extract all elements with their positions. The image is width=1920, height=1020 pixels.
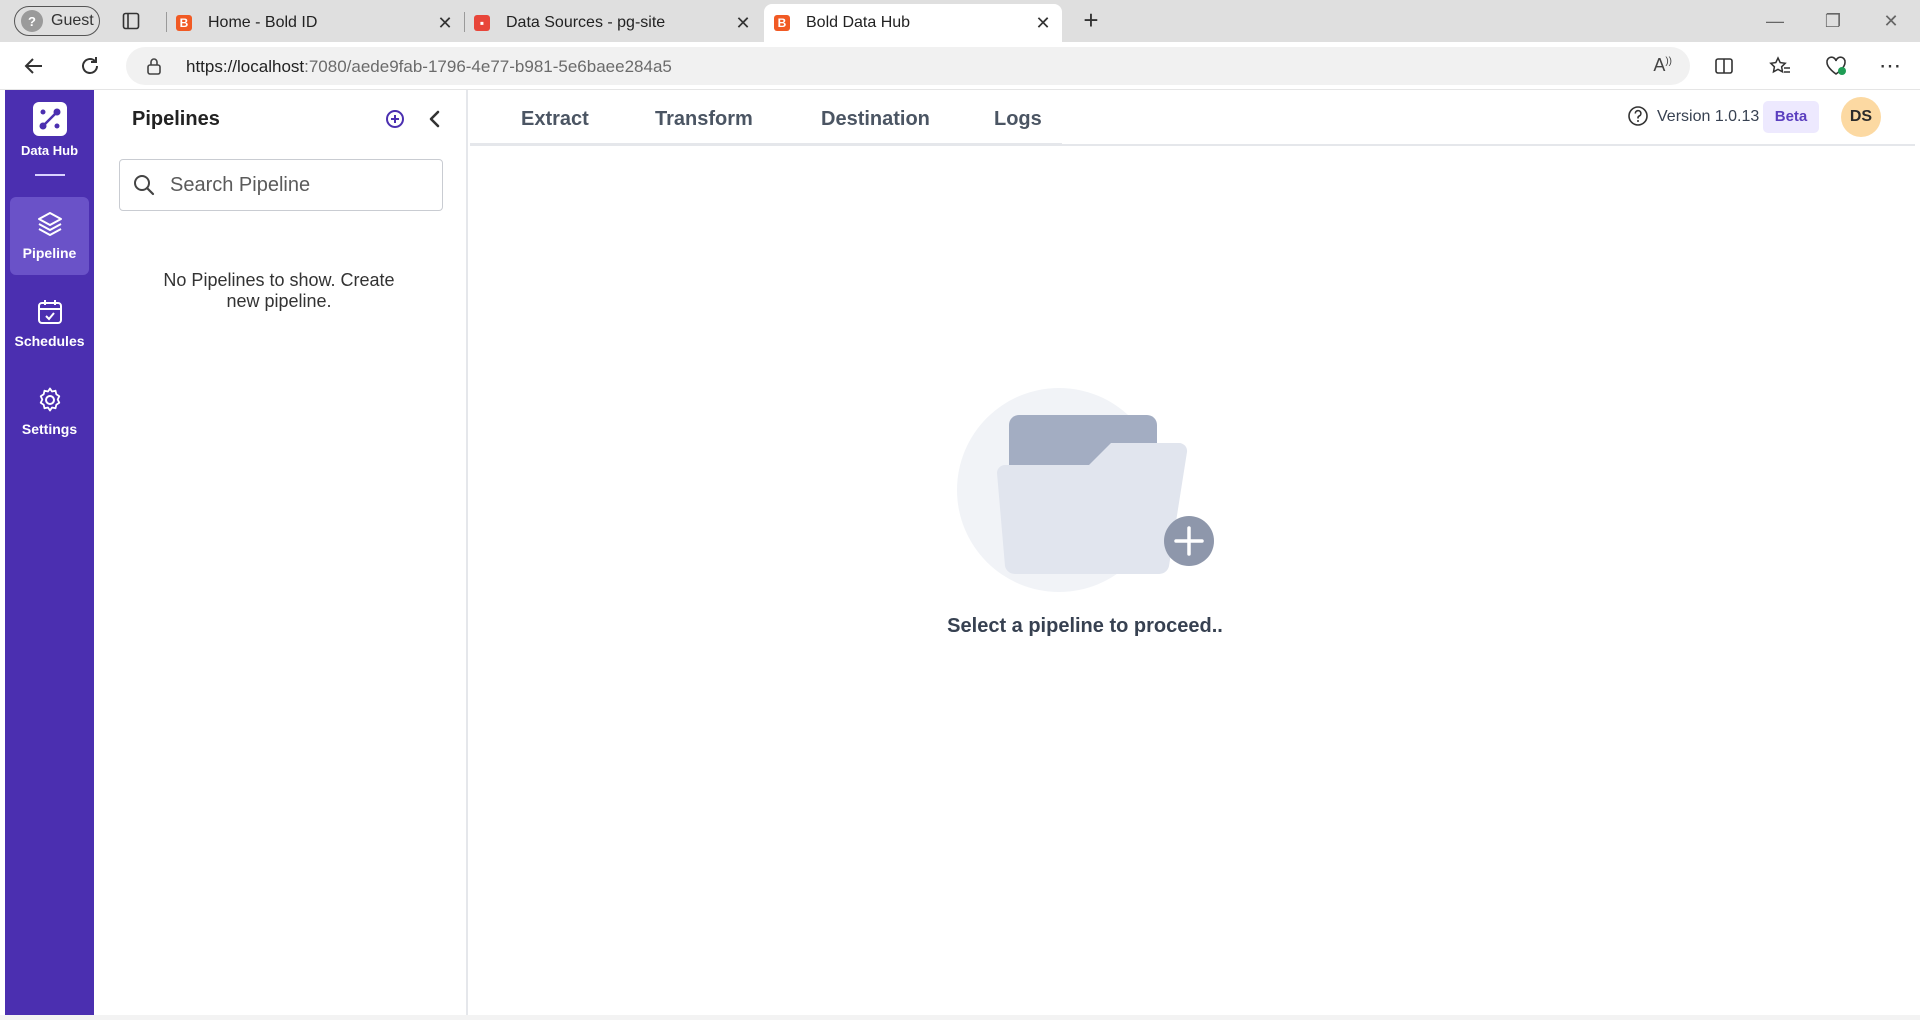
tab-title: Home - Bold ID	[208, 14, 318, 31]
empty-state-message: Select a pipeline to proceed..	[947, 615, 1223, 637]
help-icon[interactable]	[1627, 105, 1649, 132]
bold-favicon-icon: ▪	[474, 15, 490, 31]
tab-title: Data Sources - pg-site	[506, 14, 666, 31]
user-avatar[interactable]: DS	[1841, 97, 1881, 137]
close-icon[interactable]: ✕	[436, 14, 454, 32]
data-hub-logo-icon	[32, 102, 67, 136]
version-label: Version 1.0.13	[1657, 108, 1760, 125]
browser-essentials-icon[interactable]	[1822, 52, 1850, 80]
tab-separator	[464, 12, 465, 32]
close-icon[interactable]: ✕	[734, 14, 752, 32]
nav-item-schedules[interactable]: Schedules	[10, 285, 89, 363]
collapse-panel-button[interactable]	[424, 107, 446, 131]
tab-transform[interactable]: Transform	[655, 108, 753, 131]
tab-extract[interactable]: Extract	[521, 108, 589, 131]
tab-destination[interactable]: Destination	[821, 108, 930, 131]
tab-actions-icon[interactable]	[118, 8, 144, 34]
folder-plus-icon	[957, 388, 1214, 592]
pipeline-tabs: Extract Transform Destination Logs	[470, 90, 1062, 145]
nav-item-settings[interactable]: Settings	[10, 373, 89, 451]
restore-icon[interactable]: ❐	[1818, 8, 1848, 34]
plus-circle-icon	[386, 110, 404, 128]
refresh-icon[interactable]	[76, 52, 104, 80]
main-content: Extract Transform Destination Logs Versi…	[470, 90, 1915, 1015]
lock-icon[interactable]	[146, 57, 162, 80]
profile-icon: ?	[21, 10, 43, 32]
nav-divider	[35, 174, 65, 176]
read-aloud-icon[interactable]: A))	[1653, 55, 1672, 76]
profile-label: Guest	[51, 12, 94, 29]
beta-badge: Beta	[1763, 101, 1819, 133]
nav-item-label: Pipeline	[22, 245, 77, 261]
search-icon	[132, 173, 156, 202]
browser-tabstrip: ? Guest B Home - Bold ID ✕ ▪ Data Source…	[0, 0, 1920, 42]
nav-item-label: Schedules	[14, 333, 85, 349]
tab-separator	[166, 12, 167, 32]
browser-toolbar: https://localhost:7080/aede9fab-1796-4e7…	[0, 42, 1920, 90]
new-tab-icon[interactable]: +	[1078, 7, 1104, 34]
bold-favicon-icon: B	[774, 15, 790, 31]
layers-icon	[10, 207, 89, 241]
split-screen-icon[interactable]	[1710, 52, 1738, 80]
bold-favicon-icon: B	[176, 15, 192, 31]
calendar-check-icon	[10, 295, 89, 329]
back-icon[interactable]	[20, 52, 48, 80]
browser-tab-home[interactable]: B Home - Bold ID ✕	[176, 4, 464, 42]
browser-tab-datasources[interactable]: ▪ Data Sources - pg-site ✕	[474, 4, 762, 42]
data-hub-logo[interactable]: Data Hub	[5, 102, 94, 160]
favorites-icon[interactable]	[1766, 52, 1794, 80]
pipeline-search	[119, 159, 443, 211]
close-window-icon[interactable]: ✕	[1876, 8, 1906, 34]
tab-logs[interactable]: Logs	[994, 108, 1042, 131]
profile-button[interactable]: ? Guest	[14, 6, 100, 36]
app-root: Data Hub Pipeline Schedules Settings Pip…	[0, 90, 1920, 1020]
gear-icon	[10, 383, 89, 417]
close-icon[interactable]: ✕	[1034, 14, 1052, 32]
more-options-icon[interactable]: ⋯	[1876, 52, 1904, 80]
empty-folder-illustration	[957, 383, 1217, 593]
pipelines-panel: Pipelines No Pipelines to show. Create n…	[94, 90, 468, 1015]
address-bar[interactable]: https://localhost:7080/aede9fab-1796-4e7…	[126, 47, 1690, 85]
left-nav: Data Hub Pipeline Schedules Settings	[5, 90, 94, 1015]
url-text: https://localhost:7080/aede9fab-1796-4e7…	[186, 57, 672, 76]
search-input[interactable]	[170, 170, 430, 200]
pipelines-title: Pipelines	[132, 108, 220, 130]
nav-item-pipeline[interactable]: Pipeline	[10, 197, 89, 275]
logo-label: Data Hub	[20, 143, 79, 158]
minimize-icon[interactable]: —	[1760, 8, 1790, 34]
tabs-divider	[470, 144, 1915, 146]
browser-tab-active[interactable]: B Bold Data Hub ✕	[764, 4, 1062, 42]
nav-item-label: Settings	[21, 421, 78, 437]
chevron-left-icon	[429, 110, 440, 128]
page-bottom-edge	[0, 1015, 1920, 1020]
pipelines-empty-text: No Pipelines to show. Create new pipelin…	[163, 270, 395, 311]
tab-title: Bold Data Hub	[806, 14, 911, 31]
add-pipeline-button[interactable]	[383, 107, 407, 131]
